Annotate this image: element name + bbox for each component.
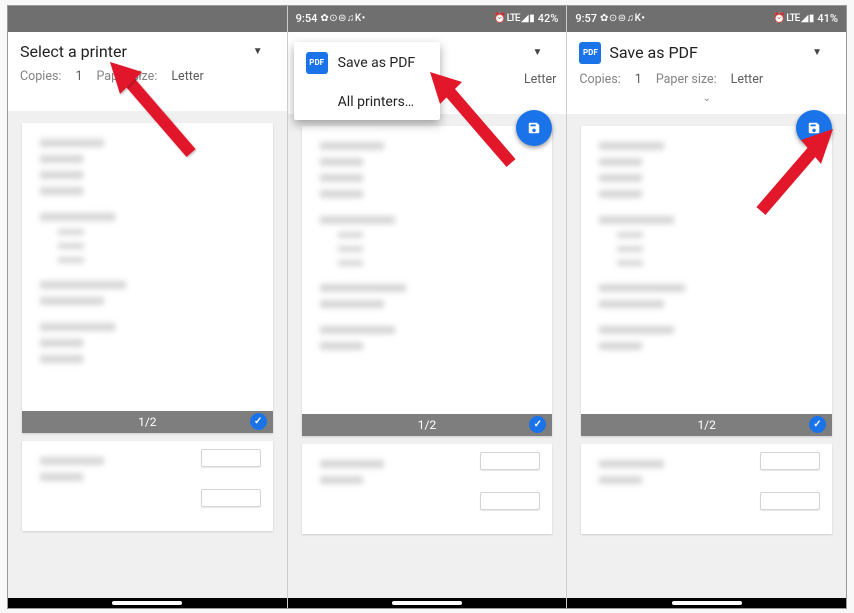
phone-screen-2: 9:54 ✿ ⊙ ⊜ ♫ K • ⏰ LTE ◢ ▮ 42% PDF ▼ Let…	[288, 6, 567, 608]
dropdown-item-label: All printers…	[338, 94, 415, 110]
phone-screen-1: Select a printer ▼ Copies: 1 Paper size:…	[8, 6, 287, 608]
expand-options-icon[interactable]: ⌄	[577, 91, 836, 108]
print-preview-area[interactable]: 1/2	[288, 114, 567, 598]
status-bar	[8, 6, 287, 32]
status-icons-right: ⏰ LTE ◢ ▮	[773, 13, 813, 24]
page-selected-check-icon[interactable]	[250, 413, 267, 430]
page-counter: 1/2	[697, 418, 715, 432]
status-time: 9:54	[296, 12, 318, 25]
nav-pill[interactable]	[672, 601, 742, 605]
status-icons-left: ✿ ⊙ ⊜ ♫ K •	[320, 13, 364, 24]
phone-screen-3: 9:57 ✿ ⊙ ⊜ ♫ K • ⏰ LTE ◢ ▮ 41% PDF Save …	[567, 6, 846, 608]
status-icons-right: ⏰ LTE ◢ ▮	[494, 13, 534, 24]
page-selected-check-icon[interactable]	[809, 416, 826, 433]
print-preview-area[interactable]: 1/2	[567, 114, 846, 598]
battery-level: 42%	[538, 12, 559, 25]
status-bar: 9:57 ✿ ⊙ ⊜ ♫ K • ⏰ LTE ◢ ▮ 41%	[567, 6, 846, 32]
page-counter: 1/2	[138, 415, 156, 429]
save-icon	[807, 121, 821, 135]
dropdown-caret-icon: ▼	[812, 47, 822, 58]
printer-label: Save as PDF	[609, 43, 698, 62]
print-preview-area[interactable]: 1/2	[8, 111, 287, 598]
page-footer: 1/2	[581, 414, 832, 436]
paper-size-value[interactable]: Letter	[171, 69, 203, 84]
copies-value[interactable]: 1	[635, 72, 642, 87]
dropdown-item-label: Save as PDF	[338, 55, 416, 71]
page-selected-check-icon[interactable]	[529, 416, 546, 433]
page-footer: 1/2	[22, 411, 273, 433]
screenshot-triptych: Select a printer ▼ Copies: 1 Paper size:…	[7, 5, 847, 609]
pdf-icon: PDF	[579, 42, 601, 64]
status-time: 9:57	[575, 12, 597, 25]
pdf-icon: PDF	[306, 52, 328, 74]
status-bar: 9:54 ✿ ⊙ ⊜ ♫ K • ⏰ LTE ◢ ▮ 42%	[288, 6, 567, 32]
save-icon	[527, 121, 541, 135]
android-nav-bar	[8, 598, 287, 608]
printer-select[interactable]: Select a printer	[20, 42, 127, 61]
android-nav-bar	[567, 598, 846, 608]
print-options-header: PDF Save as PDF ▼ Copies: 1 Paper size: …	[567, 32, 846, 114]
copies-value[interactable]: 1	[75, 69, 82, 84]
preview-page-2[interactable]	[581, 444, 832, 534]
print-meta-row: Copies: 1 Paper size: Letter	[18, 67, 277, 88]
nav-pill[interactable]	[112, 601, 182, 605]
nav-pill[interactable]	[392, 601, 462, 605]
copies-label: Copies:	[20, 69, 61, 84]
paper-size-value[interactable]: Letter	[524, 72, 556, 87]
paper-size-label: Paper size:	[96, 69, 157, 84]
printer-label: Select a printer	[20, 42, 127, 61]
android-nav-bar	[288, 598, 567, 608]
expand-options-icon[interactable]: ⌄	[18, 88, 277, 105]
print-options-header: Select a printer ▼ Copies: 1 Paper size:…	[8, 32, 287, 111]
preview-page-1[interactable]: 1/2	[302, 126, 553, 436]
printer-dropdown-menu: PDF Save as PDF All printers…	[294, 42, 440, 120]
dropdown-item-all-printers[interactable]: All printers…	[294, 84, 440, 120]
preview-page-2[interactable]	[302, 444, 553, 534]
printer-select-row[interactable]: PDF Save as PDF ▼	[577, 38, 836, 70]
status-icons-left: ✿ ⊙ ⊜ ♫ K •	[600, 13, 644, 24]
save-pdf-fab[interactable]	[516, 110, 552, 146]
copies-label: Copies:	[579, 72, 620, 87]
dropdown-caret-icon: ▼	[253, 46, 263, 57]
page-counter: 1/2	[418, 418, 436, 432]
page-footer: 1/2	[302, 414, 553, 436]
print-meta-row: Copies: 1 Paper size: Letter	[577, 70, 836, 91]
printer-select-row[interactable]: Select a printer ▼	[18, 38, 277, 67]
preview-page-1[interactable]: 1/2	[22, 123, 273, 433]
paper-size-label: Paper size:	[656, 72, 717, 87]
preview-page-1[interactable]: 1/2	[581, 126, 832, 436]
preview-page-2[interactable]	[22, 441, 273, 531]
paper-size-value[interactable]: Letter	[731, 72, 763, 87]
dropdown-caret-icon: ▼	[532, 47, 542, 58]
dropdown-item-save-as-pdf[interactable]: PDF Save as PDF	[294, 42, 440, 84]
battery-level: 41%	[817, 12, 838, 25]
save-pdf-fab[interactable]	[796, 110, 832, 146]
